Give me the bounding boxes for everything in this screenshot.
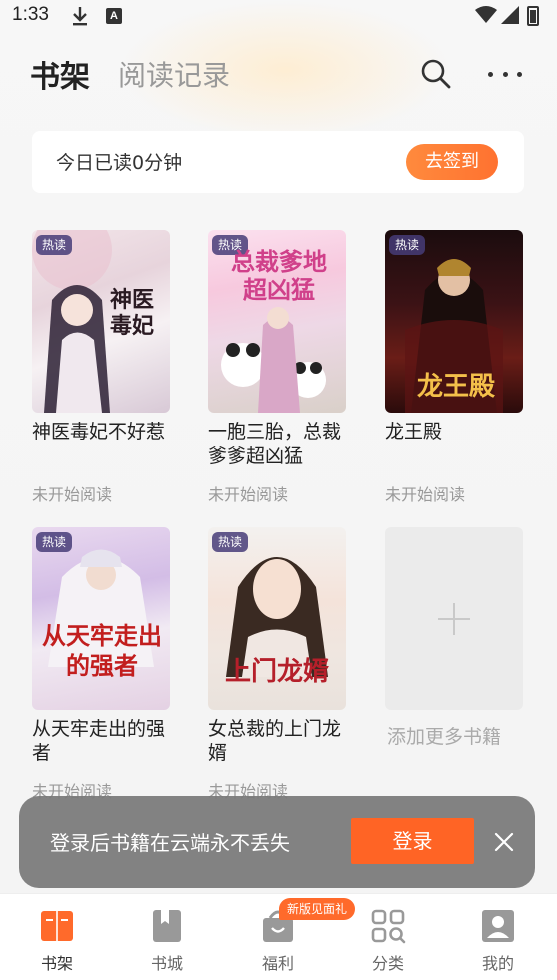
book-card[interactable]: 热读 从天牢走出的强者 从天牢走出的强者 未开始阅读	[32, 527, 171, 801]
hot-badge: 热读	[212, 532, 249, 552]
nav-label: 福利	[261, 954, 294, 973]
book-cover[interactable]: 热读 上门龙婿	[208, 527, 346, 710]
nav-item-profile[interactable]: 我的	[458, 894, 538, 980]
add-more-books-label[interactable]: 添加更多书籍	[387, 722, 501, 749]
book-card[interactable]: 热读 神医毒妃 神医毒妃不好惹 未开始阅读	[32, 230, 171, 504]
reading-time-text: 今日已读0分钟	[56, 152, 183, 174]
hot-badge: 热读	[389, 235, 426, 255]
more-options-icon[interactable]	[488, 70, 522, 78]
nav-label: 分类	[371, 954, 404, 973]
download-icon	[73, 7, 87, 26]
book-card[interactable]: 热读 龙王殿 龙王殿 未开始阅读	[385, 230, 524, 504]
status-bar: 1:33 A	[0, 0, 557, 34]
book-title[interactable]: 女总裁的上门龙婿	[208, 717, 346, 765]
battery-icon	[527, 6, 539, 26]
book-cover[interactable]: 热读 龙王殿	[385, 230, 523, 413]
book-title[interactable]: 神医毒妃不好惹	[32, 420, 170, 444]
close-icon[interactable]	[492, 830, 516, 854]
book-status: 未开始阅读	[32, 485, 113, 504]
book-title[interactable]: 龙王殿	[385, 420, 523, 444]
wifi-icon	[475, 6, 497, 23]
book-title[interactable]: 一胞三胎，总裁爹爹超凶猛	[208, 420, 346, 468]
book-cover[interactable]: 热读 从天牢走出的强者	[32, 527, 170, 710]
tab-bookshelf[interactable]: 书架	[30, 52, 90, 96]
cover-title-text: 从天牢走出的强者	[42, 622, 162, 680]
nav-item-bookstore[interactable]: 书城	[127, 894, 207, 980]
book-cover[interactable]: 热读 神医毒妃	[32, 230, 170, 413]
book-title[interactable]: 从天牢走出的强者	[32, 717, 170, 765]
category-grid-icon	[371, 909, 406, 944]
header: 书架 阅读记录	[0, 50, 557, 100]
add-book-button[interactable]	[385, 527, 523, 710]
nav-label: 书城	[150, 954, 183, 973]
bookstore-icon	[153, 910, 181, 942]
profile-icon	[482, 910, 514, 942]
login-button[interactable]: 登录	[351, 818, 474, 864]
nav-item-bookshelf[interactable]: 书架	[17, 894, 97, 980]
hot-badge: 热读	[36, 235, 73, 255]
cover-title-text: 龙王殿	[416, 372, 495, 402]
nav-label: 我的	[481, 954, 514, 973]
book-card[interactable]: 热读 总裁爹地超凶猛 一胞三胎，总裁爹爹超凶猛 未开始阅读	[208, 230, 347, 504]
signal-icon	[501, 6, 519, 24]
tab-reading-history[interactable]: 阅读记录	[118, 54, 230, 94]
nav-item-category[interactable]: 分类	[348, 894, 428, 980]
book-status: 未开始阅读	[208, 485, 289, 504]
cover-illustration	[48, 549, 154, 667]
signin-button[interactable]: 去签到	[406, 144, 498, 180]
hot-badge: 热读	[36, 532, 73, 552]
login-banner: 登录后书籍在云端永不丢失 登录	[19, 796, 535, 888]
new-version-gift-badge[interactable]: 新版见面礼	[279, 898, 356, 920]
login-prompt-text: 登录后书籍在云端永不丢失	[50, 831, 290, 855]
cover-title-text: 上门龙婿	[224, 657, 329, 687]
status-time: 1:33	[12, 4, 49, 25]
cover-title-text: 神医毒妃	[110, 288, 155, 339]
book-card[interactable]: 热读 上门龙婿 女总裁的上门龙婿 未开始阅读	[208, 527, 347, 801]
nav-label: 书架	[40, 954, 73, 973]
font-app-icon: A	[106, 8, 122, 24]
cover-title-text: 总裁爹地超凶猛	[231, 248, 327, 304]
bookshelf-icon	[41, 911, 73, 941]
book-status: 未开始阅读	[385, 485, 466, 504]
plus-icon	[438, 603, 470, 635]
reading-time-card: 今日已读0分钟 去签到	[32, 131, 524, 193]
book-cover[interactable]: 热读 总裁爹地超凶猛	[208, 230, 346, 413]
search-icon[interactable]	[420, 58, 452, 90]
